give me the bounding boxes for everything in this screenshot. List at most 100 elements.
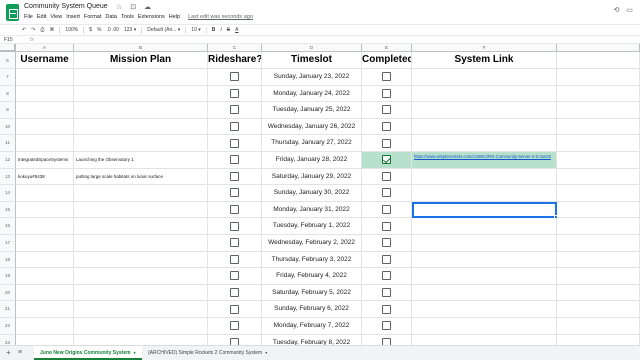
system-link-cell[interactable] xyxy=(412,69,557,86)
system-link-cell[interactable] xyxy=(412,118,557,136)
rideshare-cell[interactable] xyxy=(208,118,262,136)
header-username[interactable]: Username xyxy=(16,52,74,69)
header-completed[interactable]: Completed? xyxy=(362,52,412,69)
number-format-select[interactable]: 123 ▾ xyxy=(124,27,136,33)
rideshare-cell[interactable] xyxy=(208,69,262,86)
menu-help[interactable]: Help xyxy=(169,14,180,20)
mission-plan-cell[interactable] xyxy=(74,102,208,119)
empty-cell[interactable] xyxy=(557,201,640,219)
column-header-c[interactable]: C xyxy=(208,44,262,52)
rideshare-checkbox[interactable] xyxy=(230,321,239,331)
rideshare-cell[interactable] xyxy=(208,135,262,152)
rideshare-checkbox[interactable] xyxy=(230,254,239,264)
system-link-cell[interactable] xyxy=(412,135,557,152)
mission-plan-cell[interactable] xyxy=(74,118,208,136)
username-cell[interactable] xyxy=(16,268,74,285)
bold-button[interactable]: B xyxy=(212,27,216,33)
menu-file[interactable]: File xyxy=(24,14,33,20)
header-system-link[interactable]: System Link xyxy=(412,52,557,69)
title-icons[interactable]: ☆ ⊡ ☁ xyxy=(116,3,154,11)
rideshare-checkbox[interactable] xyxy=(230,304,239,314)
timeslot-cell[interactable]: Wednesday, February 2, 2022 xyxy=(262,235,362,252)
menu-insert[interactable]: Insert xyxy=(66,14,80,20)
username-cell[interactable]: kokuyu#5438 xyxy=(16,168,74,186)
mission-plan-cell[interactable] xyxy=(74,318,208,335)
row-header[interactable]: 17 xyxy=(0,235,16,252)
system-link-cell[interactable] xyxy=(412,334,557,345)
font-select[interactable]: Default (Ari... ▾ xyxy=(147,27,180,33)
rideshare-checkbox[interactable] xyxy=(230,88,239,98)
paint-format-icon[interactable]: ⌘ xyxy=(49,27,54,33)
username-cell[interactable] xyxy=(16,218,74,235)
column-header-e[interactable]: E xyxy=(362,44,412,52)
system-link-cell[interactable] xyxy=(412,185,557,202)
empty-cell[interactable] xyxy=(557,168,640,186)
empty-cell[interactable] xyxy=(557,152,640,169)
timeslot-cell[interactable]: Saturday, February 5, 2022 xyxy=(262,284,362,302)
row-header[interactable]: 23 xyxy=(0,334,16,345)
rideshare-cell[interactable] xyxy=(208,102,262,119)
mission-plan-cell[interactable]: Launching the Observatory 1 xyxy=(74,152,208,169)
system-link-cell[interactable] xyxy=(412,235,557,252)
print-icon[interactable]: ⎙ xyxy=(40,27,44,33)
timeslot-cell[interactable]: Sunday, January 30, 2022 xyxy=(262,185,362,202)
system-link-cell[interactable] xyxy=(412,218,557,235)
rideshare-cell[interactable] xyxy=(208,268,262,285)
row-header[interactable]: 11 xyxy=(0,135,16,152)
mission-plan-cell[interactable] xyxy=(74,218,208,235)
completed-checkbox[interactable] xyxy=(382,88,391,98)
sheets-logo-icon[interactable] xyxy=(6,4,19,21)
username-cell[interactable] xyxy=(16,284,74,302)
mission-plan-cell[interactable] xyxy=(74,85,208,103)
spreadsheet-grid[interactable]: A B C D E F 6 Username Mission Plan Rideshare? Tim… xyxy=(0,44,640,345)
add-sheet-button[interactable]: + xyxy=(6,349,11,357)
timeslot-cell[interactable]: Saturday, January 29, 2022 xyxy=(262,168,362,186)
username-cell[interactable] xyxy=(16,135,74,152)
header-rideshare[interactable]: Rideshare? xyxy=(208,52,262,69)
completed-cell[interactable] xyxy=(362,168,412,186)
system-link-cell[interactable] xyxy=(412,102,557,119)
completed-checkbox[interactable] xyxy=(382,288,391,298)
completed-checkbox[interactable] xyxy=(382,188,391,198)
rideshare-checkbox[interactable] xyxy=(230,288,239,298)
completed-checkbox[interactable] xyxy=(382,321,391,331)
empty-cell[interactable] xyxy=(557,85,640,103)
rideshare-cell[interactable] xyxy=(208,301,262,318)
completed-checkbox[interactable] xyxy=(382,105,391,115)
empty-cell[interactable] xyxy=(557,218,640,235)
username-cell[interactable] xyxy=(16,334,74,345)
username-cell[interactable] xyxy=(16,185,74,202)
header-mission-plan[interactable]: Mission Plan xyxy=(74,52,208,69)
mission-plan-cell[interactable] xyxy=(74,284,208,302)
mission-plan-cell[interactable] xyxy=(74,135,208,152)
system-link-cell[interactable] xyxy=(412,284,557,302)
text-color-button[interactable]: A xyxy=(235,27,238,33)
rideshare-checkbox[interactable] xyxy=(230,138,239,148)
completed-checkbox[interactable] xyxy=(382,72,391,82)
row-header[interactable]: 6 xyxy=(0,52,16,69)
percent-button[interactable]: % xyxy=(97,27,101,33)
system-link-cell[interactable] xyxy=(412,301,557,318)
strikethrough-button[interactable]: S xyxy=(227,27,230,33)
row-header[interactable]: 16 xyxy=(0,218,16,235)
completed-cell[interactable] xyxy=(362,284,412,302)
row-header[interactable]: 22 xyxy=(0,318,16,335)
all-sheets-button[interactable]: ≡ xyxy=(18,349,22,357)
completed-checkbox[interactable] xyxy=(382,205,391,215)
rideshare-cell[interactable] xyxy=(208,334,262,345)
completed-cell[interactable] xyxy=(362,201,412,219)
column-header-a[interactable]: A xyxy=(16,44,74,52)
completed-cell[interactable] xyxy=(362,218,412,235)
timeslot-cell[interactable]: Wednesday, January 26, 2022 xyxy=(262,118,362,136)
rideshare-checkbox[interactable] xyxy=(230,238,239,248)
completed-checkbox[interactable] xyxy=(382,304,391,314)
mission-plan-cell[interactable] xyxy=(74,235,208,252)
rideshare-cell[interactable] xyxy=(208,235,262,252)
timeslot-cell[interactable]: Thursday, January 27, 2022 xyxy=(262,135,362,152)
chevron-down-icon[interactable]: ▾ xyxy=(265,350,267,355)
system-link-cell[interactable] xyxy=(412,318,557,335)
column-header-d[interactable]: D xyxy=(262,44,362,52)
completed-checkbox[interactable] xyxy=(382,337,391,345)
row-header[interactable]: 12 xyxy=(0,152,16,169)
system-link-cell[interactable] xyxy=(412,168,557,186)
